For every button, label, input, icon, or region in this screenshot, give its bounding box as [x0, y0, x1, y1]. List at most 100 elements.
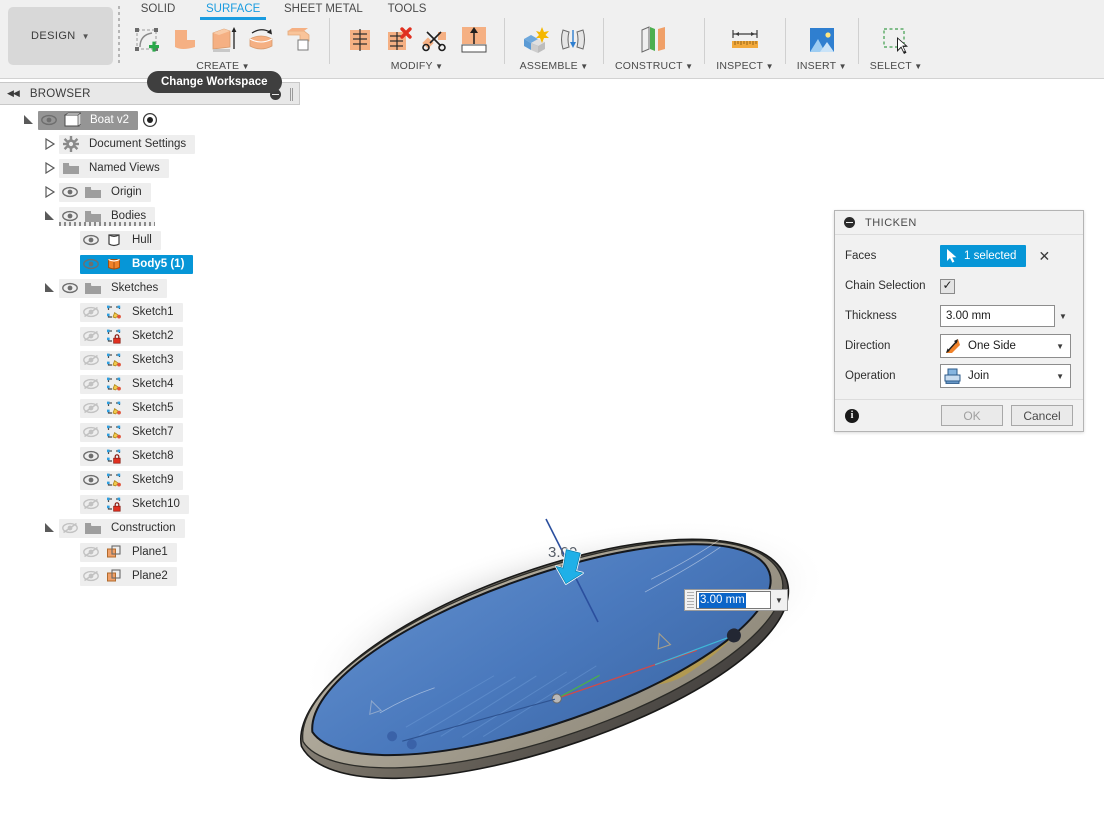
tree-item[interactable]: Sketch4: [80, 374, 183, 394]
operation-dropdown[interactable]: Join ▼: [940, 364, 1071, 388]
workspace-switcher-button[interactable]: DESIGN ▼: [8, 7, 113, 65]
tree-item[interactable]: Sketch10: [80, 494, 189, 514]
tree-row-origin[interactable]: Origin: [0, 180, 300, 204]
tree-item[interactable]: Sketch7: [80, 422, 183, 442]
tree-expander[interactable]: [41, 276, 59, 300]
split-face-button[interactable]: [417, 19, 455, 61]
eye-hidden-icon[interactable]: [80, 327, 102, 346]
tree-item[interactable]: Sketch8: [80, 446, 183, 466]
tree-item[interactable]: Sketch3: [80, 350, 183, 370]
eye-visible-icon[interactable]: [59, 183, 81, 202]
faces-selection-button[interactable]: 1 selected: [940, 245, 1027, 267]
ok-button[interactable]: OK: [941, 405, 1003, 426]
tree-row-plane1[interactable]: Plane1: [0, 540, 300, 564]
chain-selection-checkbox[interactable]: ✓: [940, 278, 955, 294]
trim-button[interactable]: [341, 19, 379, 61]
thickness-inline-field[interactable]: 3.00 mm: [696, 591, 771, 609]
eye-visible-icon[interactable]: [38, 111, 60, 130]
tree-item[interactable]: Sketch2: [80, 326, 183, 346]
tree-expander[interactable]: [41, 204, 59, 228]
eye-visible-icon[interactable]: [59, 279, 81, 298]
eye-visible-icon[interactable]: [80, 255, 102, 274]
collapse-left-icon[interactable]: ◀◀: [7, 88, 20, 99]
tab-solid[interactable]: SOLID: [122, 0, 194, 18]
tree-expander[interactable]: [41, 180, 59, 204]
activate-component-radio[interactable]: [142, 112, 158, 128]
delete-face-button[interactable]: [379, 19, 417, 61]
tree-row-sketch3[interactable]: Sketch3: [0, 348, 300, 372]
chevron-down-icon[interactable]: ▼: [1055, 312, 1071, 321]
tree-row-sketch4[interactable]: Sketch4: [0, 372, 300, 396]
thickness-input[interactable]: 3.00 mm: [940, 305, 1055, 327]
tree-row-document-settings[interactable]: Document Settings: [0, 132, 300, 156]
select-button[interactable]: [872, 19, 920, 61]
minimize-icon[interactable]: [844, 217, 855, 228]
tree-item[interactable]: Named Views: [59, 158, 169, 178]
tree-item[interactable]: Sketches: [59, 278, 168, 298]
tree-row-sketch1[interactable]: Sketch1: [0, 300, 300, 324]
eye-visible-icon[interactable]: [80, 447, 102, 466]
eye-hidden-icon[interactable]: [80, 375, 102, 394]
tree-item[interactable]: Construction: [59, 518, 185, 538]
tree-row-hull[interactable]: Hull: [0, 228, 300, 252]
tree-expander[interactable]: [41, 132, 59, 156]
input-drag-grip[interactable]: [687, 592, 694, 608]
tree-item[interactable]: Plane2: [80, 566, 177, 586]
tree-row-named-views[interactable]: Named Views: [0, 156, 300, 180]
tree-row-body5-1[interactable]: Body5 (1): [0, 252, 300, 276]
eye-visible-icon[interactable]: [80, 471, 102, 490]
eye-hidden-icon[interactable]: [80, 543, 102, 562]
eye-hidden-icon[interactable]: [80, 351, 102, 370]
tree-item[interactable]: Plane1: [80, 542, 177, 562]
new-component-button[interactable]: [516, 19, 554, 61]
loft-button[interactable]: [280, 19, 318, 61]
tree-item[interactable]: Document Settings: [59, 134, 196, 154]
tree-item[interactable]: Hull: [80, 230, 161, 250]
eye-hidden-icon[interactable]: [80, 399, 102, 418]
tree-item[interactable]: Origin: [59, 182, 151, 202]
tree-expander[interactable]: [20, 108, 38, 132]
extrude-button[interactable]: [204, 19, 242, 61]
info-icon[interactable]: i: [845, 408, 859, 423]
tree-item[interactable]: Boat v2: [38, 110, 138, 130]
tab-sheet-metal[interactable]: SHEET METAL: [272, 0, 372, 18]
tree-row-sketch7[interactable]: Sketch7: [0, 420, 300, 444]
tree-expander[interactable]: [41, 516, 59, 540]
tree-item[interactable]: Sketch5: [80, 398, 183, 418]
tree-item[interactable]: Sketch1: [80, 302, 183, 322]
thicken-button[interactable]: [455, 19, 493, 61]
eye-hidden-icon[interactable]: [80, 423, 102, 442]
eye-hidden-icon[interactable]: [59, 519, 81, 538]
tree-row-sketch2[interactable]: Sketch2: [0, 324, 300, 348]
joint-button[interactable]: [554, 19, 592, 61]
tree-row-sketch5[interactable]: Sketch5: [0, 396, 300, 420]
eye-hidden-icon[interactable]: [80, 495, 102, 514]
canvas-value-input[interactable]: 3.00 mm ▼: [684, 589, 788, 611]
tree-expander[interactable]: [41, 156, 59, 180]
create-sketch-button[interactable]: [128, 19, 166, 61]
cancel-button[interactable]: Cancel: [1011, 405, 1073, 426]
tree-row-sketch10[interactable]: Sketch10: [0, 492, 300, 516]
direction-dropdown[interactable]: One Side ▼: [940, 334, 1071, 358]
insert-image-button[interactable]: [798, 19, 846, 61]
measure-button[interactable]: [721, 19, 769, 61]
offset-plane-button[interactable]: [628, 19, 680, 61]
tree-item[interactable]: Body5 (1): [80, 254, 194, 274]
tab-surface[interactable]: SURFACE: [194, 0, 272, 20]
tree-item[interactable]: Sketch9: [80, 470, 183, 490]
patch-button[interactable]: [166, 19, 204, 61]
tree-row-plane2[interactable]: Plane2: [0, 564, 300, 588]
resize-grip-icon[interactable]: [290, 88, 293, 101]
tree-row-sketch9[interactable]: Sketch9: [0, 468, 300, 492]
revolve-button[interactable]: [242, 19, 280, 61]
chevron-down-icon[interactable]: ▼: [771, 596, 787, 605]
tree-row-sketches[interactable]: Sketches: [0, 276, 300, 300]
tree-row-bodies[interactable]: Bodies: [0, 204, 300, 228]
eye-hidden-icon[interactable]: [80, 567, 102, 586]
tree-row-boat-v2[interactable]: Boat v2: [0, 108, 300, 132]
eye-visible-icon[interactable]: [80, 231, 102, 250]
clear-x-icon[interactable]: ✕: [1038, 249, 1050, 263]
tab-tools[interactable]: TOOLS: [372, 0, 442, 18]
eye-hidden-icon[interactable]: [80, 303, 102, 322]
tree-row-construction[interactable]: Construction: [0, 516, 300, 540]
